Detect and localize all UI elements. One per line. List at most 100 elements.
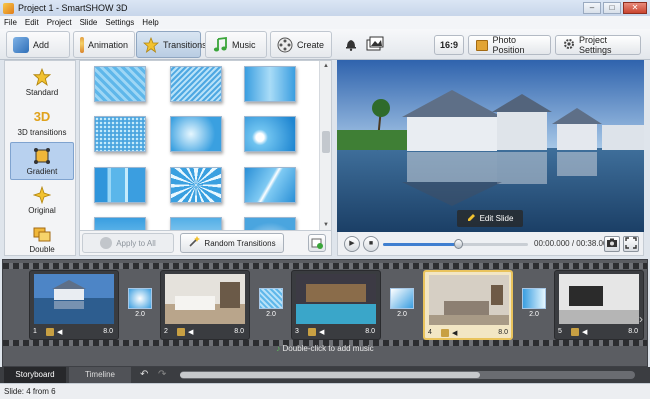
double-icon <box>33 225 51 243</box>
sound-icon[interactable]: ◀ <box>188 328 193 336</box>
transition-thumbnail[interactable] <box>170 116 222 152</box>
transition-thumbnail[interactable] <box>170 167 222 203</box>
music-track-area[interactable]: ♪ Double-click to add music <box>3 344 647 353</box>
transitions-scrollbar[interactable]: ▲ ▼ <box>319 61 331 230</box>
tab-storyboard[interactable]: Storyboard <box>4 367 66 383</box>
transition-thumbnail[interactable] <box>170 217 222 230</box>
transition-thumbnail[interactable] <box>244 116 296 152</box>
storyboard-scrollbar[interactable] <box>180 371 635 379</box>
photo-position-button[interactable]: Photo Position <box>468 35 551 55</box>
apply-to-all-label: Apply to All <box>116 238 156 248</box>
slide-preview[interactable]: Edit Slide <box>337 60 644 232</box>
scroll-up-icon[interactable]: ▲ <box>320 61 331 71</box>
apply-all-icon <box>100 237 113 249</box>
transition-thumbnail[interactable] <box>244 167 296 203</box>
slide-thumbnail[interactable]: 2 ◀ 8.0 <box>160 270 250 340</box>
stop-button[interactable]: ■ <box>363 236 379 252</box>
redo-icon[interactable]: ↷ <box>158 369 166 380</box>
apply-to-all-button[interactable]: Apply to All <box>82 233 174 253</box>
slide-duration: 8.0 <box>365 328 375 335</box>
category-gradient[interactable]: Gradient <box>10 142 74 180</box>
tab-create[interactable]: Create <box>270 31 332 58</box>
slide-footer: 2 ◀ 8.0 <box>164 326 246 337</box>
main-toolbar: Add Animation Transitions Music Create 1… <box>0 29 650 60</box>
photo-library-icon[interactable] <box>366 36 384 53</box>
transition-slot[interactable]: 2.0 <box>520 288 548 322</box>
category-original[interactable]: Original <box>10 181 74 219</box>
tab-music[interactable]: Music <box>205 31 267 58</box>
storyboard-scroll-thumb[interactable] <box>180 372 480 378</box>
fullscreen-icon[interactable] <box>623 236 639 252</box>
slide-number: 1 <box>33 328 37 335</box>
transition-slot[interactable]: 2.0 <box>126 288 154 322</box>
category-standard[interactable]: Standard <box>10 63 74 101</box>
sound-icon[interactable]: ◀ <box>582 328 587 336</box>
edit-icon[interactable] <box>441 328 449 337</box>
category-double[interactable]: Double <box>10 220 74 258</box>
transition-thumbnail[interactable] <box>94 66 146 102</box>
edit-icon[interactable] <box>46 327 54 336</box>
title-bar: Project 1 - SmartSHOW 3D – □ ✕ <box>0 0 650 16</box>
star-icon <box>142 36 160 53</box>
menu-settings[interactable]: Settings <box>105 18 134 27</box>
transition-thumbnail[interactable] <box>244 217 296 230</box>
sound-icon[interactable]: ◀ <box>57 328 62 336</box>
pencil-icon <box>467 213 476 224</box>
transition-slot[interactable]: 2.0 <box>388 288 416 322</box>
scroll-thumb[interactable] <box>322 131 330 153</box>
notification-bell-icon[interactable] <box>343 36 361 53</box>
category-label: Gradient <box>26 166 58 176</box>
tab-timeline[interactable]: Timeline <box>69 367 131 383</box>
tab-transitions[interactable]: Transitions <box>136 31 207 58</box>
music-hint-label: Double-click to add music <box>282 344 374 353</box>
random-transitions-button[interactable]: Random Transitions <box>180 233 284 253</box>
slide-footer: 4 ◀ 8.0 <box>428 327 510 338</box>
transition-duration: 2.0 <box>397 311 407 318</box>
menu-file[interactable]: File <box>4 18 17 27</box>
menu-bar: File Edit Project Slide Settings Help <box>0 16 650 29</box>
close-button[interactable]: ✕ <box>623 2 647 14</box>
transition-thumbnail[interactable] <box>94 116 146 152</box>
slide-number: 4 <box>428 329 432 336</box>
slide-thumbnail[interactable]: 1 ◀ 8.0 <box>29 270 119 340</box>
transition-thumbnail[interactable] <box>244 66 296 102</box>
sound-icon[interactable]: ◀ <box>452 329 457 337</box>
palette-icon <box>80 36 84 53</box>
menu-edit[interactable]: Edit <box>25 18 39 27</box>
tab-add[interactable]: Add <box>6 31 70 58</box>
sound-icon[interactable]: ◀ <box>319 328 324 336</box>
category-label: 3D transitions <box>17 127 67 137</box>
gear-icon <box>563 38 575 52</box>
play-button[interactable]: ▶ <box>344 236 360 252</box>
progress-knob[interactable] <box>454 239 464 249</box>
slide-thumbnail[interactable]: 5 ◀ 8.0 <box>554 270 644 340</box>
scroll-down-icon[interactable]: ▼ <box>320 220 331 230</box>
menu-help[interactable]: Help <box>142 18 158 27</box>
maximize-button[interactable]: □ <box>603 2 621 14</box>
transition-thumbnail[interactable] <box>94 217 146 230</box>
playback-progress[interactable] <box>383 239 528 249</box>
snapshot-camera-icon[interactable] <box>604 236 620 252</box>
edit-icon[interactable] <box>177 327 185 336</box>
menu-slide[interactable]: Slide <box>80 18 98 27</box>
menu-project[interactable]: Project <box>47 18 72 27</box>
random-transitions-label: Random Transitions <box>204 238 276 248</box>
category-3d-transitions[interactable]: 3D 3D transitions <box>10 103 74 141</box>
storyboard-next-arrow-icon[interactable]: › <box>639 312 643 326</box>
slide-thumbnail[interactable]: 3 ◀ 8.0 <box>291 270 381 340</box>
minimize-button[interactable]: – <box>583 2 601 14</box>
transition-options-icon[interactable] <box>308 234 326 252</box>
edit-slide-button[interactable]: Edit Slide <box>457 210 523 227</box>
transitions-actions: Apply to All Random Transitions <box>79 231 332 256</box>
undo-icon[interactable]: ↶ <box>140 369 148 380</box>
tab-animation[interactable]: Animation <box>73 31 135 58</box>
edit-icon[interactable] <box>308 327 316 336</box>
tab-create-label: Create <box>297 39 325 50</box>
transition-slot[interactable]: 2.0 <box>257 288 285 322</box>
aspect-ratio-button[interactable]: 16:9 <box>434 35 464 55</box>
transition-thumbnail[interactable] <box>94 167 146 203</box>
transition-thumbnail[interactable] <box>170 66 222 102</box>
edit-icon[interactable] <box>571 327 579 336</box>
slide-thumbnail-selected[interactable]: 4 ◀ 8.0 <box>423 270 513 340</box>
project-settings-button[interactable]: Project Settings <box>555 35 641 55</box>
